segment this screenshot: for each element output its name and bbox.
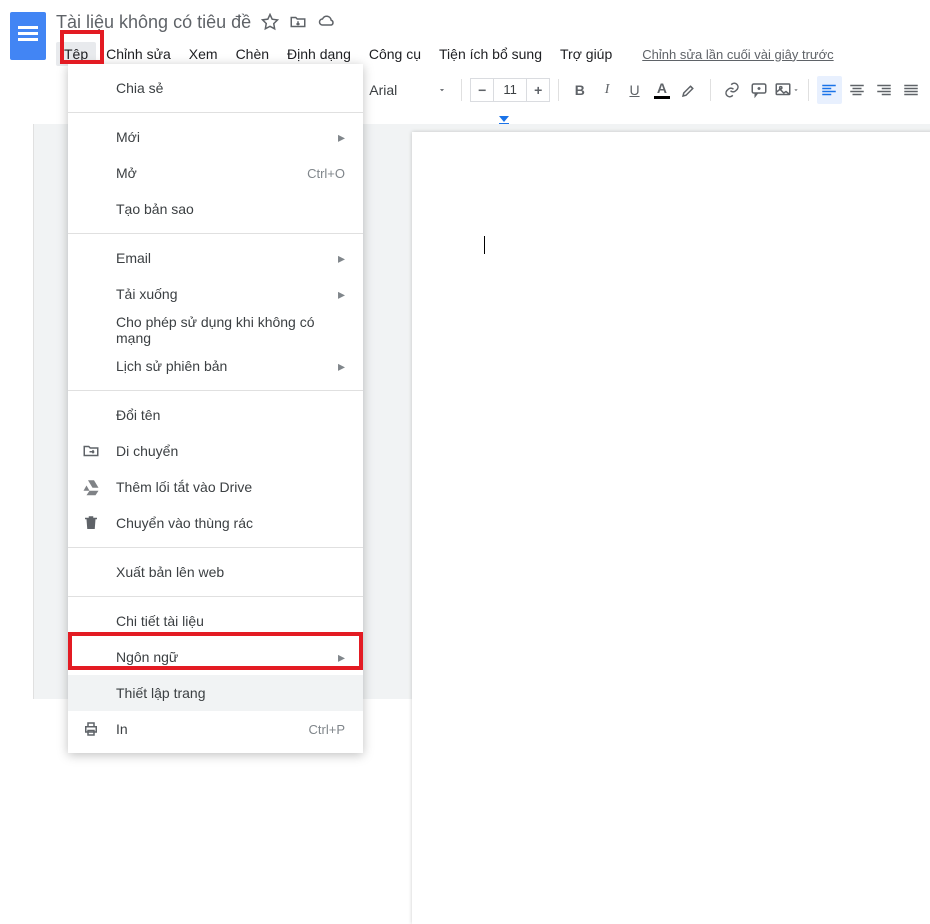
text-cursor	[484, 236, 485, 254]
menu-edit[interactable]: Chỉnh sửa	[98, 42, 179, 66]
menu-item-label: In	[116, 721, 128, 737]
star-icon[interactable]	[261, 13, 279, 31]
menu-addons[interactable]: Tiện ích bổ sung	[431, 42, 550, 66]
submenu-arrow-icon: ▸	[338, 129, 345, 146]
insert-link-button[interactable]	[719, 76, 744, 104]
menu-item-print[interactable]: In Ctrl+P	[68, 711, 363, 747]
menu-item-version-history[interactable]: Lịch sử phiên bản ▸	[68, 348, 363, 384]
menu-item-label: Email	[116, 250, 151, 266]
toolbar-separator	[710, 79, 711, 101]
menu-item-label: Thêm lối tắt vào Drive	[116, 479, 252, 495]
menu-item-label: Chi tiết tài liệu	[116, 613, 204, 629]
menu-item-make-copy[interactable]: Tạo bản sao	[68, 191, 363, 227]
font-size-value[interactable]: 11	[494, 78, 526, 102]
align-left-button[interactable]	[817, 76, 842, 104]
italic-button[interactable]: I	[594, 76, 619, 104]
file-menu-dropdown: Chia sẻ Mới ▸ Mở Ctrl+O Tạo bản sao Emai…	[68, 64, 363, 753]
menu-item-label: Tải xuống	[116, 286, 177, 302]
vertical-ruler[interactable]	[12, 124, 34, 699]
document-page[interactable]	[412, 132, 930, 924]
menu-item-label: Ngôn ngữ	[116, 649, 178, 665]
menu-item-share[interactable]: Chia sẻ	[68, 70, 363, 106]
menu-item-new[interactable]: Mới ▸	[68, 119, 363, 155]
menu-item-shortcut: Ctrl+O	[307, 166, 345, 181]
app-header: Tài liệu không có tiêu đề Tệp Chỉnh sửa …	[0, 0, 930, 70]
font-size-decrease[interactable]: −	[470, 78, 494, 102]
font-family-value: Arial	[369, 82, 397, 98]
menu-item-label: Di chuyển	[116, 443, 178, 459]
menu-item-language[interactable]: Ngôn ngữ ▸	[68, 639, 363, 675]
menu-item-trash[interactable]: Chuyển vào thùng rác	[68, 505, 363, 541]
font-size-increase[interactable]: +	[526, 78, 550, 102]
menu-item-publish[interactable]: Xuất bản lên web	[68, 554, 363, 590]
menu-item-download[interactable]: Tải xuống ▸	[68, 276, 363, 312]
menu-item-label: Mới	[116, 129, 140, 145]
menu-item-label: Đổi tên	[116, 407, 160, 423]
menu-item-shortcut: Ctrl+P	[309, 722, 345, 737]
align-right-button[interactable]	[871, 76, 896, 104]
submenu-arrow-icon: ▸	[338, 358, 345, 375]
align-justify-button[interactable]	[899, 76, 924, 104]
submenu-arrow-icon: ▸	[338, 286, 345, 303]
menu-item-label: Cho phép sử dụng khi không có mạng	[116, 314, 345, 346]
submenu-arrow-icon: ▸	[338, 649, 345, 666]
trash-icon	[82, 514, 100, 532]
drive-icon	[82, 478, 100, 496]
submenu-arrow-icon: ▸	[338, 250, 345, 267]
caret-down-icon	[437, 85, 447, 95]
docs-logo-icon[interactable]	[10, 12, 46, 60]
menu-item-offline[interactable]: Cho phép sử dụng khi không có mạng	[68, 312, 363, 348]
menu-separator	[68, 547, 363, 548]
menu-tools[interactable]: Công cụ	[361, 42, 429, 66]
document-title[interactable]: Tài liệu không có tiêu đề	[56, 12, 251, 33]
move-to-folder-icon[interactable]	[289, 13, 307, 31]
menu-item-label: Lịch sử phiên bản	[116, 358, 227, 374]
print-icon	[82, 720, 100, 738]
menu-item-label: Chia sẻ	[116, 80, 163, 96]
menu-separator	[68, 596, 363, 597]
toolbar-separator	[808, 79, 809, 101]
menu-item-label: Mở	[116, 165, 137, 181]
insert-comment-button[interactable]	[746, 76, 771, 104]
highlight-color-button[interactable]	[677, 76, 702, 104]
align-center-button[interactable]	[844, 76, 869, 104]
menu-item-open[interactable]: Mở Ctrl+O	[68, 155, 363, 191]
menu-item-details[interactable]: Chi tiết tài liệu	[68, 603, 363, 639]
move-icon	[82, 442, 100, 460]
toolbar-separator	[558, 79, 559, 101]
menu-item-add-shortcut[interactable]: Thêm lối tắt vào Drive	[68, 469, 363, 505]
text-color-letter: A	[654, 80, 670, 99]
toolbar-separator	[461, 79, 462, 101]
text-color-button[interactable]: A	[649, 76, 674, 104]
cloud-status-icon[interactable]	[317, 13, 337, 31]
menu-file[interactable]: Tệp	[56, 42, 96, 66]
menu-item-label: Xuất bản lên web	[116, 564, 224, 580]
font-family-select[interactable]: Arial	[363, 76, 453, 104]
last-edit-link[interactable]: Chỉnh sửa lần cuối vài giây trước	[642, 47, 833, 62]
menu-item-page-setup[interactable]: Thiết lập trang	[68, 675, 363, 711]
menu-item-rename[interactable]: Đổi tên	[68, 397, 363, 433]
insert-image-button[interactable]	[774, 76, 800, 104]
font-size-stepper: − 11 +	[470, 78, 550, 102]
menu-item-label: Chuyển vào thùng rác	[116, 515, 253, 531]
menu-help[interactable]: Trợ giúp	[552, 42, 620, 66]
menu-separator	[68, 112, 363, 113]
bold-button[interactable]: B	[567, 76, 592, 104]
menu-separator	[68, 233, 363, 234]
menu-item-move[interactable]: Di chuyển	[68, 433, 363, 469]
menu-item-label: Tạo bản sao	[116, 201, 194, 217]
menu-insert[interactable]: Chèn	[228, 42, 277, 66]
underline-button[interactable]: U	[622, 76, 647, 104]
menu-format[interactable]: Định dạng	[279, 42, 359, 66]
menu-separator	[68, 390, 363, 391]
menu-view[interactable]: Xem	[181, 42, 226, 66]
menu-item-email[interactable]: Email ▸	[68, 240, 363, 276]
